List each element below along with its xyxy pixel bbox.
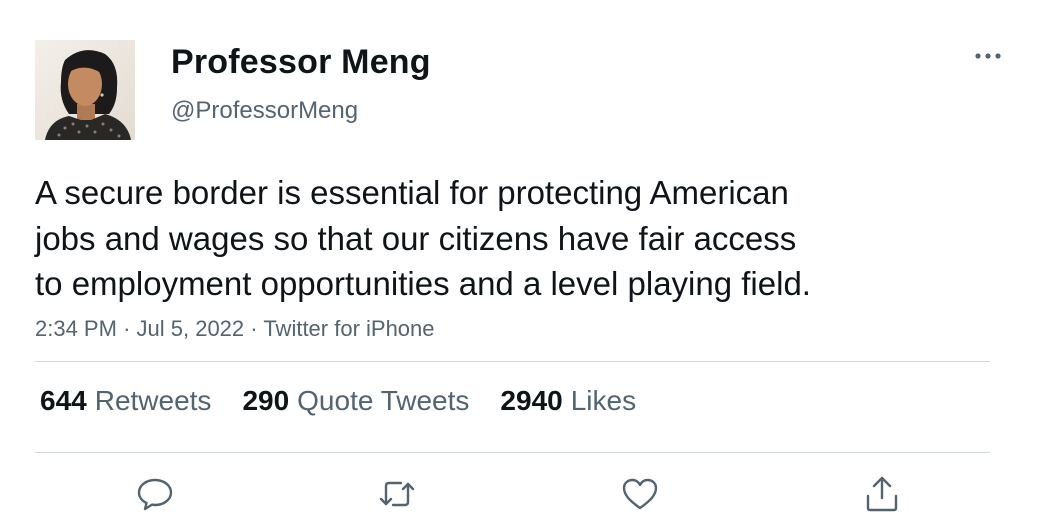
likes-label: Likes [570, 385, 637, 416]
likes-count: 2940 [500, 385, 563, 416]
avatar[interactable] [35, 40, 135, 140]
retweets-count: 644 [40, 385, 87, 416]
meta-separator: · [123, 316, 131, 341]
tweet-text-line: jobs and wages so that our citizens have… [35, 219, 797, 257]
tweet-meta: 2:34 PM · Jul 5, 2022 · Twitter for iPho… [35, 316, 435, 342]
heart-icon [622, 478, 658, 510]
like-button[interactable] [620, 474, 660, 514]
more-horizontal-icon[interactable] [970, 42, 1006, 70]
quote-tweets-stat[interactable]: 290 Quote Tweets [242, 385, 469, 417]
tweet-date[interactable]: Jul 5, 2022 [137, 316, 245, 341]
author-handle[interactable]: @ProfessorMeng [171, 97, 358, 125]
divider [35, 361, 990, 362]
quote-tweets-label: Quote Tweets [297, 385, 470, 416]
retweet-icon [379, 481, 415, 507]
tweet-text-line: A secure border is essential for protect… [35, 174, 789, 211]
divider [35, 452, 990, 453]
retweets-label: Retweets [94, 385, 212, 416]
engagement-stats: 644 Retweets 290 Quote Tweets 2940 Likes [40, 385, 667, 417]
meta-separator: · [250, 316, 258, 341]
reply-button[interactable] [135, 474, 175, 514]
tweet-time[interactable]: 2:34 PM [35, 316, 117, 341]
tweet-text-line: to employment opportunities and a level … [35, 265, 811, 302]
reply-icon [137, 478, 173, 511]
retweet-button[interactable] [377, 474, 417, 514]
quote-tweets-count: 290 [242, 385, 290, 416]
share-icon [866, 476, 898, 512]
likes-stat[interactable]: 2940 Likes [500, 385, 636, 417]
author-display-name[interactable]: Professor Meng [171, 43, 431, 82]
avatar-photo [35, 40, 135, 140]
tweet-source[interactable]: Twitter for iPhone [263, 316, 434, 341]
share-button[interactable] [862, 474, 902, 514]
tweet-text: A secure border is essential for protect… [35, 170, 935, 307]
retweets-stat[interactable]: 644 Retweets [40, 385, 211, 417]
